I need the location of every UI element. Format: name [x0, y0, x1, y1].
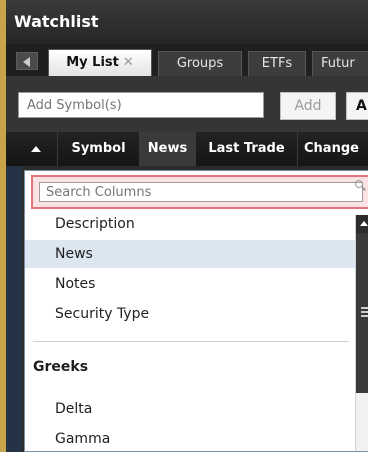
tab-bar: My List ✕ Groups ETFs Futur	[6, 44, 368, 76]
list-item-security-type[interactable]: Security Type	[25, 300, 355, 328]
title-bar: Watchlist	[6, 0, 368, 44]
window-title: Watchlist	[14, 12, 99, 31]
column-picker-dropdown: Description News Notes Security Type Gre…	[24, 170, 368, 452]
row-strip	[6, 166, 22, 452]
sort-toggle[interactable]	[6, 132, 58, 166]
left-arrow-icon	[23, 57, 30, 67]
scroll-up-icon[interactable]	[356, 215, 368, 233]
tab-label: ETFs	[261, 56, 293, 71]
grip-line	[361, 315, 368, 317]
tab-my-list[interactable]: My List ✕	[48, 49, 152, 76]
tab-futures[interactable]: Futur	[312, 51, 368, 76]
column-header-symbol[interactable]: Symbol	[58, 132, 140, 166]
column-header-last-trade[interactable]: Last Trade	[196, 132, 298, 166]
watchlist-window: Watchlist My List ✕ Groups ETFs Futur Add…	[0, 0, 368, 452]
list-item-description[interactable]: Description	[25, 211, 355, 238]
column-header-change[interactable]: Change	[298, 132, 368, 166]
add-button[interactable]: Add	[280, 92, 336, 120]
list-item-gamma[interactable]: Gamma	[25, 425, 355, 451]
search-icon	[355, 180, 363, 188]
next-action-button[interactable]: A	[346, 92, 368, 120]
tab-label: My List	[66, 55, 119, 70]
list-item-delta[interactable]: Delta	[25, 395, 355, 423]
tab-label: Futur	[321, 56, 355, 71]
search-columns-container	[31, 175, 368, 209]
tab-groups[interactable]: Groups	[158, 51, 242, 76]
add-symbol-input[interactable]	[18, 92, 264, 118]
column-header-row: Symbol News Last Trade Change	[6, 132, 368, 166]
close-icon[interactable]: ✕	[123, 50, 134, 76]
column-list-scrollbar[interactable]	[355, 215, 368, 451]
grip-line	[361, 311, 368, 313]
sort-up-icon	[31, 146, 41, 152]
grip-line	[361, 307, 368, 309]
search-columns-input[interactable]	[39, 182, 363, 202]
list-item-news[interactable]: News	[25, 240, 355, 268]
tab-etfs[interactable]: ETFs	[248, 51, 306, 76]
scrollbar-thumb[interactable]	[356, 233, 368, 393]
section-header-greeks: Greeks	[33, 359, 89, 375]
tab-label: Groups	[176, 56, 224, 71]
toolbar: Add A	[6, 76, 368, 132]
section-divider	[33, 341, 349, 342]
column-header-news[interactable]: News	[140, 132, 196, 166]
column-list: Description News Notes Security Type Gre…	[25, 211, 355, 451]
tab-scroll-left-button[interactable]	[16, 52, 38, 70]
list-item-notes[interactable]: Notes	[25, 270, 355, 298]
